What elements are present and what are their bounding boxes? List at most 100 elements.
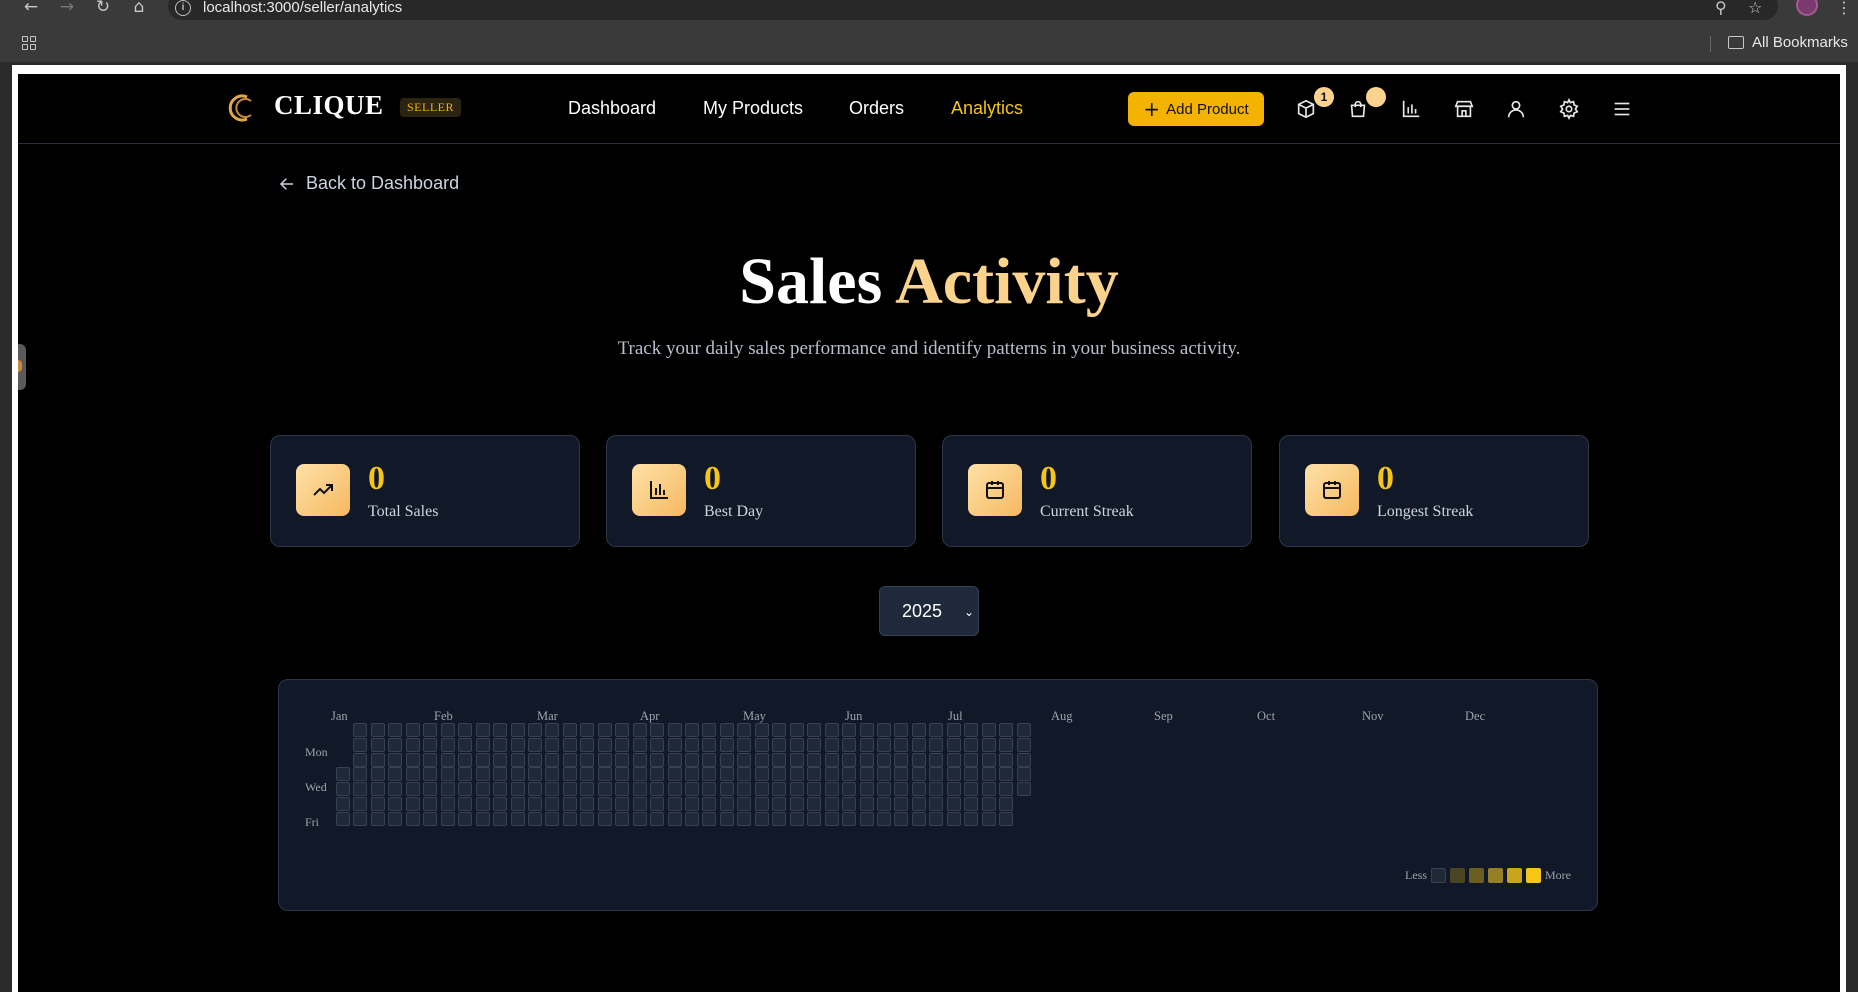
heatmap-day-cell[interactable] bbox=[580, 723, 595, 737]
heatmap-day-cell[interactable] bbox=[370, 752, 385, 767]
heatmap-day-cell[interactable] bbox=[894, 811, 909, 826]
heatmap-day-cell[interactable] bbox=[754, 723, 769, 737]
heatmap-day-cell[interactable] bbox=[754, 767, 769, 782]
heatmap-day-cell[interactable] bbox=[580, 797, 595, 811]
heatmap-day-cell[interactable] bbox=[388, 782, 403, 797]
heatmap-day-cell[interactable] bbox=[824, 797, 839, 811]
heatmap-day-cell[interactable] bbox=[388, 737, 403, 752]
heatmap-day-cell[interactable] bbox=[772, 752, 787, 767]
heatmap-day-cell[interactable] bbox=[458, 782, 473, 797]
heatmap-day-cell[interactable] bbox=[807, 723, 822, 737]
heatmap-day-cell[interactable] bbox=[545, 752, 560, 767]
heatmap-day-cell[interactable] bbox=[423, 782, 438, 797]
heatmap-day-cell[interactable] bbox=[719, 811, 734, 826]
store-icon[interactable] bbox=[1453, 98, 1475, 120]
heatmap-day-cell[interactable] bbox=[493, 782, 508, 797]
all-bookmarks-link[interactable]: All Bookmarks bbox=[1752, 34, 1848, 51]
heatmap-day-cell[interactable] bbox=[510, 797, 525, 811]
heatmap-day-cell[interactable] bbox=[999, 782, 1014, 797]
heatmap-day-cell[interactable] bbox=[615, 752, 630, 767]
menu-icon[interactable] bbox=[1611, 98, 1633, 120]
heatmap-day-cell[interactable] bbox=[353, 782, 368, 797]
heatmap-day-cell[interactable] bbox=[458, 767, 473, 782]
heatmap-day-cell[interactable] bbox=[876, 752, 891, 767]
heatmap-day-cell[interactable] bbox=[929, 767, 944, 782]
heatmap-day-cell[interactable] bbox=[510, 782, 525, 797]
heatmap-day-cell[interactable] bbox=[789, 782, 804, 797]
heatmap-day-cell[interactable] bbox=[527, 782, 542, 797]
heatmap-day-cell[interactable] bbox=[894, 767, 909, 782]
heatmap-day-cell[interactable] bbox=[545, 723, 560, 737]
url-bar[interactable] bbox=[168, 0, 1778, 20]
heatmap-day-cell[interactable] bbox=[894, 737, 909, 752]
site-info-icon[interactable]: i bbox=[175, 0, 191, 16]
heatmap-day-cell[interactable] bbox=[737, 782, 752, 797]
heatmap-day-cell[interactable] bbox=[999, 723, 1014, 737]
heatmap-day-cell[interactable] bbox=[824, 737, 839, 752]
heatmap-day-cell[interactable] bbox=[632, 723, 647, 737]
heatmap-day-cell[interactable] bbox=[580, 752, 595, 767]
heatmap-day-cell[interactable] bbox=[650, 797, 665, 811]
heatmap-day-cell[interactable] bbox=[440, 797, 455, 811]
heatmap-day-cell[interactable] bbox=[859, 737, 874, 752]
heatmap-day-cell[interactable] bbox=[353, 737, 368, 752]
heatmap-day-cell[interactable] bbox=[824, 723, 839, 737]
heatmap-day-cell[interactable] bbox=[859, 782, 874, 797]
box-icon[interactable] bbox=[1295, 98, 1317, 120]
heatmap-day-cell[interactable] bbox=[911, 752, 926, 767]
heatmap-day-cell[interactable] bbox=[405, 811, 420, 826]
heatmap-day-cell[interactable] bbox=[597, 797, 612, 811]
heatmap-day-cell[interactable] bbox=[510, 752, 525, 767]
heatmap-day-cell[interactable] bbox=[929, 811, 944, 826]
gear-icon[interactable] bbox=[1558, 97, 1580, 121]
heatmap-day-cell[interactable] bbox=[580, 767, 595, 782]
heatmap-day-cell[interactable] bbox=[388, 767, 403, 782]
heatmap-day-cell[interactable] bbox=[475, 737, 490, 752]
heatmap-day-cell[interactable] bbox=[772, 767, 787, 782]
heatmap-day-cell[interactable] bbox=[475, 723, 490, 737]
heatmap-day-cell[interactable] bbox=[336, 797, 350, 811]
heatmap-day-cell[interactable] bbox=[615, 811, 630, 826]
heatmap-day-cell[interactable] bbox=[423, 737, 438, 752]
heatmap-day-cell[interactable] bbox=[911, 767, 926, 782]
heatmap-day-cell[interactable] bbox=[527, 797, 542, 811]
heatmap-day-cell[interactable] bbox=[702, 723, 717, 737]
heatmap-day-cell[interactable] bbox=[964, 723, 979, 737]
heatmap-day-cell[interactable] bbox=[1016, 782, 1031, 797]
heatmap-day-cell[interactable] bbox=[650, 737, 665, 752]
heatmap-day-cell[interactable] bbox=[423, 723, 438, 737]
heatmap-day-cell[interactable] bbox=[562, 782, 577, 797]
heatmap-day-cell[interactable] bbox=[964, 752, 979, 767]
heatmap-day-cell[interactable] bbox=[999, 737, 1014, 752]
heatmap-day-cell[interactable] bbox=[527, 767, 542, 782]
heatmap-day-cell[interactable] bbox=[807, 782, 822, 797]
heatmap-day-cell[interactable] bbox=[999, 811, 1014, 826]
heatmap-day-cell[interactable] bbox=[545, 737, 560, 752]
heatmap-day-cell[interactable] bbox=[946, 723, 961, 737]
heatmap-day-cell[interactable] bbox=[475, 797, 490, 811]
heatmap-day-cell[interactable] bbox=[719, 723, 734, 737]
heatmap-day-cell[interactable] bbox=[423, 752, 438, 767]
heatmap-day-cell[interactable] bbox=[894, 723, 909, 737]
bar-chart-icon[interactable] bbox=[1400, 98, 1422, 120]
heatmap-day-cell[interactable] bbox=[632, 797, 647, 811]
heatmap-day-cell[interactable] bbox=[370, 797, 385, 811]
heatmap-day-cell[interactable] bbox=[981, 811, 996, 826]
heatmap-day-cell[interactable] bbox=[1016, 737, 1031, 752]
heatmap-day-cell[interactable] bbox=[737, 723, 752, 737]
nav-dashboard[interactable]: Dashboard bbox=[568, 98, 656, 119]
heatmap-day-cell[interactable] bbox=[370, 737, 385, 752]
heatmap-day-cell[interactable] bbox=[946, 797, 961, 811]
heatmap-day-cell[interactable] bbox=[842, 767, 857, 782]
heatmap-day-cell[interactable] bbox=[876, 723, 891, 737]
heatmap-day-cell[interactable] bbox=[894, 782, 909, 797]
heatmap-day-cell[interactable] bbox=[493, 797, 508, 811]
heatmap-day-cell[interactable] bbox=[650, 782, 665, 797]
heatmap-day-cell[interactable] bbox=[475, 767, 490, 782]
heatmap-day-cell[interactable] bbox=[527, 737, 542, 752]
heatmap-day-cell[interactable] bbox=[824, 811, 839, 826]
heatmap-day-cell[interactable] bbox=[475, 752, 490, 767]
heatmap-day-cell[interactable] bbox=[964, 797, 979, 811]
profile-avatar[interactable] bbox=[1796, 0, 1818, 16]
heatmap-day-cell[interactable] bbox=[964, 737, 979, 752]
